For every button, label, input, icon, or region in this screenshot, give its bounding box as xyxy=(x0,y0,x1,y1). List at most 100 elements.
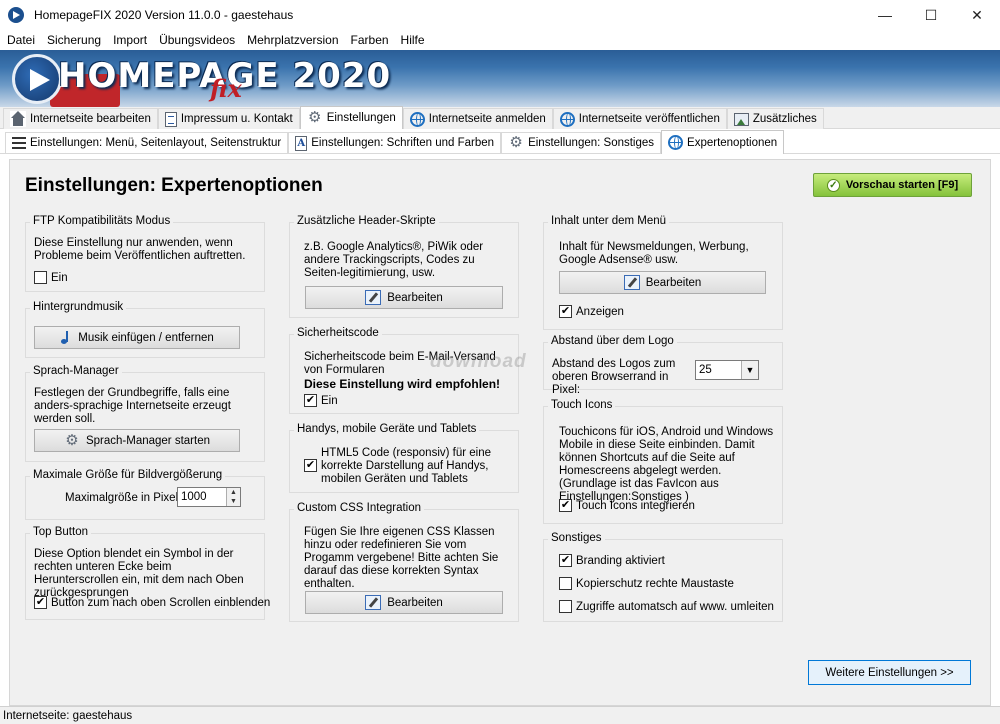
tab-internetseite-bearbeiten[interactable]: Internetseite bearbeiten xyxy=(3,108,158,129)
maximize-button[interactable]: ☐ xyxy=(908,0,954,30)
copy-protection-checkbox[interactable]: Kopierschutz rechte Maustaste xyxy=(559,577,734,590)
group-title: Custom CSS Integration xyxy=(294,502,425,514)
checkbox-box[interactable]: ✔ xyxy=(304,394,317,407)
branding-checkbox[interactable]: ✔ Branding aktiviert xyxy=(559,554,665,567)
checkbox-label: Touch Icons integrieren xyxy=(576,499,695,512)
menu-uebungsvideos[interactable]: Übungsvideos xyxy=(153,33,241,47)
edit-button-label: Bearbeiten xyxy=(387,596,443,609)
menu-sicherung[interactable]: Sicherung xyxy=(41,33,107,47)
music-note-icon xyxy=(60,330,72,345)
logo-spacing-value: 25 xyxy=(699,364,712,376)
tab-impressum[interactable]: Impressum u. Kontakt xyxy=(157,108,300,129)
menu-import[interactable]: Import xyxy=(107,33,153,47)
language-manager-button[interactable]: ⚙ Sprach-Manager starten xyxy=(34,429,240,452)
group-title: Hintergrundmusik xyxy=(30,301,127,313)
menu-farben[interactable]: Farben xyxy=(345,33,395,47)
tab-label: Zusätzliches xyxy=(752,113,817,125)
menu-mehrplatzversion[interactable]: Mehrplatzversion xyxy=(241,33,344,47)
tab-fonts-colors[interactable]: A Einstellungen: Schriften und Farben xyxy=(288,132,502,153)
content-area: Einstellungen: Expertenoptionen ✓ Vorsch… xyxy=(0,155,1000,706)
custom-css-edit-button[interactable]: Bearbeiten xyxy=(305,591,503,614)
tab-internetseite-anmelden[interactable]: Internetseite anmelden xyxy=(402,108,553,129)
group-title: FTP Kompatibilitäts Modus xyxy=(30,215,174,227)
tab-label: Impressum u. Kontakt xyxy=(180,113,293,125)
custom-css-group: Custom CSS Integration Fügen Sie Ihre ei… xyxy=(289,502,519,622)
top-button-checkbox[interactable]: ✔ Button zum nach oben Scrollen einblend… xyxy=(34,596,270,609)
security-recommendation: Diese Einstellung wird empfohlen! xyxy=(304,377,501,391)
checkbox-label: Ein xyxy=(321,394,338,407)
settings-subtabs: Einstellungen: Menü, Seitenlayout, Seite… xyxy=(0,130,1000,154)
checkbox-box[interactable]: ✔ xyxy=(559,554,572,567)
misc-group: Sonstiges ✔ Branding aktiviert Kopiersch… xyxy=(543,532,783,622)
settings-panel: Einstellungen: Expertenoptionen ✓ Vorsch… xyxy=(9,159,991,706)
gear-icon: ⚙ xyxy=(307,109,322,126)
group-title: Sprach-Manager xyxy=(30,365,122,377)
checkbox-box[interactable]: ✔ xyxy=(559,499,572,512)
check-circle-icon: ✓ xyxy=(826,178,840,192)
preview-button[interactable]: ✓ Vorschau starten [F9] xyxy=(813,173,972,197)
tab-expertenoptionen[interactable]: Expertenoptionen xyxy=(661,130,785,154)
checkbox-box[interactable]: ✔ xyxy=(559,305,572,318)
checkbox-label: Button zum nach oben Scrollen einblenden xyxy=(51,596,271,609)
www-redirect-checkbox[interactable]: Zugriffe automatsch auf www. umleiten xyxy=(559,600,774,613)
banner-fix: fix xyxy=(210,74,242,103)
checkbox-box[interactable] xyxy=(559,600,572,613)
spin-up-icon[interactable]: ▲ xyxy=(230,489,237,496)
menu-datei[interactable]: Datei xyxy=(0,33,41,47)
window-controls: — ☐ ✕ xyxy=(862,0,1000,30)
tab-zusaetzliches[interactable]: Zusätzliches xyxy=(726,108,824,129)
security-checkbox[interactable]: ✔ Ein xyxy=(304,394,338,407)
spin-down-icon[interactable]: ▼ xyxy=(230,498,237,505)
edit-button-label: Bearbeiten xyxy=(387,291,443,304)
group-title: Zusätzliche Header-Skripte xyxy=(294,215,439,227)
mobile-checkbox[interactable]: ✔ HTML5 Code (responsiv) für eine korrek… xyxy=(304,447,501,486)
title-bar: HomepageFIX 2020 Version 11.0.0 - gaeste… xyxy=(0,0,1000,30)
tab-sonstiges[interactable]: ⚙ Einstellungen: Sonstiges xyxy=(501,132,662,153)
tab-label: Expertenoptionen xyxy=(687,136,778,149)
music-button-label: Musik einfügen / entfernen xyxy=(78,331,214,344)
minimize-button[interactable]: — xyxy=(862,0,908,30)
ftp-group: FTP Kompatibilitäts Modus Diese Einstell… xyxy=(25,215,265,292)
spinner[interactable]: ▲ ▼ xyxy=(226,488,240,506)
ftp-checkbox[interactable]: Ein xyxy=(34,271,68,284)
tab-menu-layout[interactable]: Einstellungen: Menü, Seitenlayout, Seite… xyxy=(5,132,289,153)
tab-einstellungen[interactable]: ⚙ Einstellungen xyxy=(299,106,403,129)
checkbox-box[interactable]: ✔ xyxy=(34,596,47,609)
group-title: Handys, mobile Geräte und Tablets xyxy=(294,423,480,435)
checkbox-box[interactable]: ✔ xyxy=(304,459,317,472)
app-icon xyxy=(8,7,24,23)
group-title: Abstand über dem Logo xyxy=(548,335,677,347)
tab-internetseite-veroeffentlichen[interactable]: Internetseite veröffentlichen xyxy=(552,108,727,129)
checkbox-box[interactable] xyxy=(559,577,572,590)
preview-button-label: Vorschau starten [F9] xyxy=(845,179,959,191)
chevron-down-icon[interactable]: ▼ xyxy=(741,361,758,379)
home-icon xyxy=(10,111,26,127)
tab-label: Einstellungen: Schriften und Farben xyxy=(311,137,495,149)
checkbox-label: Zugriffe automatsch auf www. umleiten xyxy=(576,600,774,613)
globe-icon xyxy=(668,135,684,150)
more-settings-button[interactable]: Weitere Einstellungen >> xyxy=(808,660,971,685)
checkbox-box[interactable] xyxy=(34,271,47,284)
edit-icon xyxy=(623,275,640,290)
max-size-input[interactable]: 1000 ▲ ▼ xyxy=(177,487,241,507)
page-title: Einstellungen: Expertenoptionen xyxy=(25,175,323,196)
under-menu-edit-button[interactable]: Bearbeiten xyxy=(559,271,766,294)
touch-icons-description: Touchicons für iOS, Android und Windows … xyxy=(559,426,774,503)
music-button[interactable]: Musik einfügen / entfernen xyxy=(34,326,240,349)
header-scripts-edit-button[interactable]: Bearbeiten xyxy=(305,286,503,309)
under-menu-checkbox[interactable]: ✔ Anzeigen xyxy=(559,305,624,318)
picture-icon xyxy=(733,112,749,126)
logo-spacing-select[interactable]: 25 ▼ xyxy=(695,360,759,380)
tab-label: Einstellungen: Menü, Seitenlayout, Seite… xyxy=(30,137,282,149)
touch-icons-checkbox[interactable]: ✔ Touch Icons integrieren xyxy=(559,499,695,512)
main-tabs: Internetseite bearbeiten Impressum u. Ko… xyxy=(0,106,1000,129)
logo-arrow-icon xyxy=(12,54,62,104)
close-button[interactable]: ✕ xyxy=(954,0,1000,30)
group-title: Touch Icons xyxy=(548,399,616,411)
globe-icon xyxy=(409,111,425,127)
image-zoom-label: Maximalgröße in Pixel xyxy=(65,492,179,504)
window-title: HomepageFIX 2020 Version 11.0.0 - gaeste… xyxy=(34,8,294,22)
menu-icon xyxy=(12,137,26,149)
menu-hilfe[interactable]: Hilfe xyxy=(395,33,431,47)
checkbox-label: Branding aktiviert xyxy=(576,554,665,567)
